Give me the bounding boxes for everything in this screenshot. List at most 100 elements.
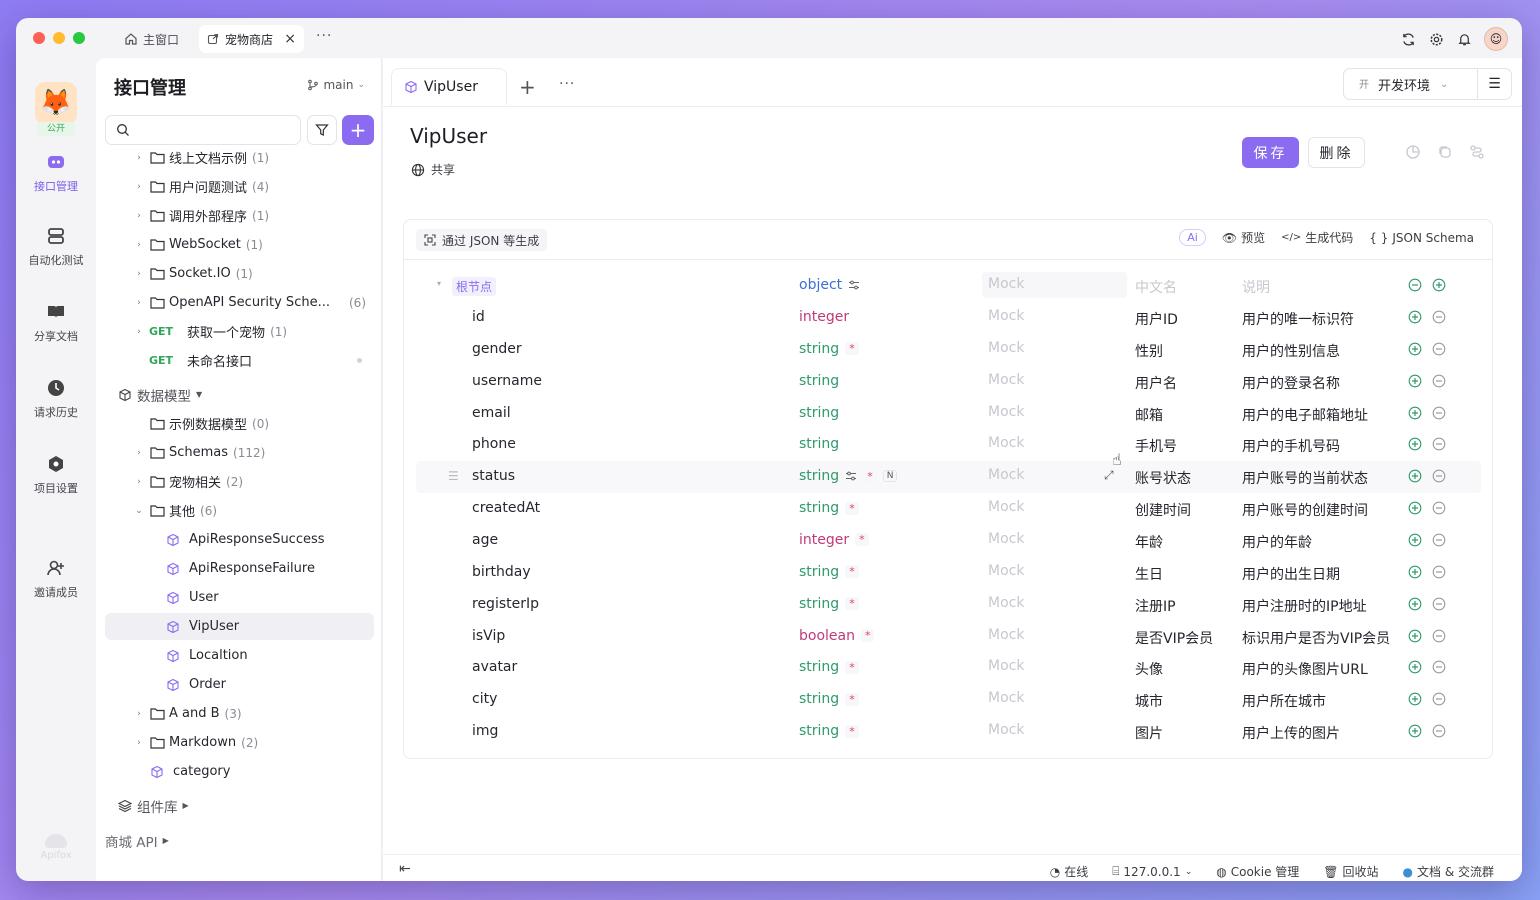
- required-mark[interactable]: *: [845, 692, 859, 706]
- type-cell[interactable]: integer *: [799, 532, 869, 548]
- chevron-icon[interactable]: ›: [133, 211, 145, 221]
- chevron-icon[interactable]: ›: [133, 240, 145, 250]
- chevron-icon[interactable]: ›: [133, 709, 145, 719]
- add-field-icon[interactable]: [1408, 565, 1422, 579]
- close-window-button[interactable]: [33, 32, 45, 44]
- tree-model[interactable]: category: [105, 758, 374, 785]
- chinese-name-cell[interactable]: 城市: [1135, 691, 1163, 711]
- field-name[interactable]: email: [472, 405, 511, 421]
- tree-model[interactable]: ApiResponseFailure: [105, 555, 374, 582]
- add-button[interactable]: +: [342, 115, 374, 145]
- tab-more-icon[interactable]: ···: [559, 76, 575, 92]
- description-cell[interactable]: 用户账号的创建时间: [1242, 500, 1368, 520]
- sync-icon[interactable]: [1400, 31, 1416, 47]
- description-cell[interactable]: 用户的性别信息: [1242, 341, 1340, 361]
- chinese-name-cell[interactable]: 注册IP: [1135, 596, 1176, 616]
- mock-input[interactable]: Mock: [982, 718, 1127, 744]
- type-cell[interactable]: string *: [799, 341, 859, 357]
- field-name[interactable]: status: [472, 468, 515, 484]
- description-cell[interactable]: 用户的电子邮箱地址: [1242, 405, 1368, 425]
- tree-folder[interactable]: › A and B (3): [105, 700, 374, 727]
- host-selector[interactable]: ⌸ 127.0.0.1 ⌄: [1112, 863, 1192, 880]
- mock-input[interactable]: Mock: [982, 527, 1127, 553]
- mock-input[interactable]: Mock: [982, 686, 1127, 712]
- field-name[interactable]: createdAt: [472, 500, 540, 516]
- tree-folder[interactable]: › WebSocket (1): [105, 231, 374, 258]
- rail-item-automation[interactable]: 自动化测试: [16, 226, 96, 268]
- tree-folder[interactable]: › 线上文档示例 (1): [105, 144, 374, 171]
- docs-community[interactable]: ● 文档 & 交流群: [1403, 863, 1494, 880]
- table-row[interactable]: birthday string * Mock 生日 用户的出生日期: [416, 557, 1481, 589]
- table-row[interactable]: age integer * Mock 年龄 用户的年龄: [416, 525, 1481, 557]
- add-field-icon[interactable]: [1408, 406, 1422, 420]
- more-tabs-icon[interactable]: ···: [316, 28, 332, 44]
- mock-input[interactable]: Mock: [982, 400, 1127, 426]
- tree-folder[interactable]: › OpenAPI Security Sche... (6): [105, 289, 374, 316]
- minimize-window-button[interactable]: [53, 32, 65, 44]
- chevron-icon[interactable]: ›: [133, 448, 145, 458]
- add-field-icon[interactable]: [1408, 533, 1422, 547]
- settings-sliders-icon[interactable]: [848, 279, 860, 291]
- json-schema-button[interactable]: { } JSON Schema: [1369, 231, 1474, 245]
- share-status[interactable]: 共享: [411, 161, 455, 178]
- copy-icon[interactable]: [1437, 144, 1453, 164]
- table-row[interactable]: isVip boolean * Mock 是否VIP会员 标识用户是否为VIP会员: [416, 621, 1481, 653]
- remove-field-icon[interactable]: [1432, 437, 1446, 451]
- table-row[interactable]: username string Mock 用户名 用户的登录名称: [416, 366, 1481, 398]
- add-child-icon[interactable]: [1432, 278, 1446, 292]
- remove-field-icon[interactable]: [1432, 501, 1446, 515]
- bell-icon[interactable]: [1456, 31, 1472, 47]
- delete-button[interactable]: 删除: [1308, 137, 1365, 168]
- description-cell[interactable]: 标识用户是否为VIP会员: [1242, 628, 1390, 648]
- add-field-icon[interactable]: [1408, 597, 1422, 611]
- type-cell[interactable]: string *: [799, 500, 859, 516]
- remove-field-icon[interactable]: [1432, 342, 1446, 356]
- required-mark[interactable]: *: [845, 724, 859, 738]
- ai-button[interactable]: Ai: [1179, 229, 1206, 246]
- description-cell[interactable]: 用户的手机号码: [1242, 436, 1340, 456]
- tree-model[interactable]: Localtion: [105, 642, 374, 669]
- required-mark[interactable]: *: [845, 660, 859, 674]
- add-field-icon[interactable]: [1408, 692, 1422, 706]
- chinese-name-cell[interactable]: 创建时间: [1135, 500, 1191, 520]
- required-mark[interactable]: *: [855, 533, 869, 547]
- hamburger-menu-icon[interactable]: ☰: [1477, 69, 1511, 99]
- search-input[interactable]: [136, 120, 294, 140]
- maximize-window-button[interactable]: [73, 32, 85, 44]
- chevron-icon[interactable]: ›: [133, 269, 145, 279]
- mock-input[interactable]: Mock: [982, 431, 1127, 457]
- add-field-icon[interactable]: [1408, 469, 1422, 483]
- add-field-icon[interactable]: [1408, 342, 1422, 356]
- type-cell[interactable]: string: [799, 436, 839, 452]
- tree-folder[interactable]: › 用户问题测试 (4): [105, 173, 374, 200]
- generate-code-button[interactable]: </> 生成代码: [1281, 229, 1353, 246]
- remove-field-icon[interactable]: [1432, 629, 1446, 643]
- table-row[interactable]: phone string Mock 手机号 用户的手机号码: [416, 429, 1481, 461]
- tree-model[interactable]: VipUser: [105, 613, 374, 640]
- field-name[interactable]: phone: [472, 436, 516, 452]
- mock-input[interactable]: Mock: [982, 368, 1127, 394]
- sidebar-search[interactable]: [105, 115, 301, 145]
- generate-from-json-button[interactable]: 通过 JSON 等生成: [416, 229, 548, 251]
- chinese-name-cell[interactable]: 图片: [1135, 723, 1163, 743]
- table-row[interactable]: gender string * Mock 性别 用户的性别信息: [416, 334, 1481, 366]
- table-row[interactable]: createdAt string * Mock 创建时间 用户账号的创建时间: [416, 493, 1481, 525]
- chinese-name-cell[interactable]: 是否VIP会员: [1135, 628, 1213, 648]
- type-cell[interactable]: string *: [799, 659, 859, 675]
- chinese-name-cell[interactable]: 头像: [1135, 659, 1163, 679]
- chart-icon[interactable]: [1405, 144, 1421, 164]
- description-cell[interactable]: 用户的出生日期: [1242, 564, 1340, 584]
- field-name[interactable]: username: [472, 373, 542, 389]
- tree-folder[interactable]: 示例数据模型 (0): [105, 410, 374, 437]
- type-cell[interactable]: integer: [799, 309, 849, 325]
- type-cell[interactable]: string *: [799, 723, 859, 739]
- field-name[interactable]: id: [472, 309, 485, 325]
- tab-vipuser[interactable]: VipUser: [391, 68, 507, 106]
- tree-folder[interactable]: › 调用外部程序 (1): [105, 202, 374, 229]
- add-field-icon[interactable]: [1408, 660, 1422, 674]
- table-row[interactable]: avatar string * Mock 头像 用户的头像图片URL: [416, 652, 1481, 684]
- tree-folder[interactable]: › Schemas (112): [105, 439, 374, 466]
- tree-model[interactable]: Order: [105, 671, 374, 698]
- chevron-icon[interactable]: ›: [133, 298, 145, 308]
- required-mark[interactable]: *: [845, 597, 859, 611]
